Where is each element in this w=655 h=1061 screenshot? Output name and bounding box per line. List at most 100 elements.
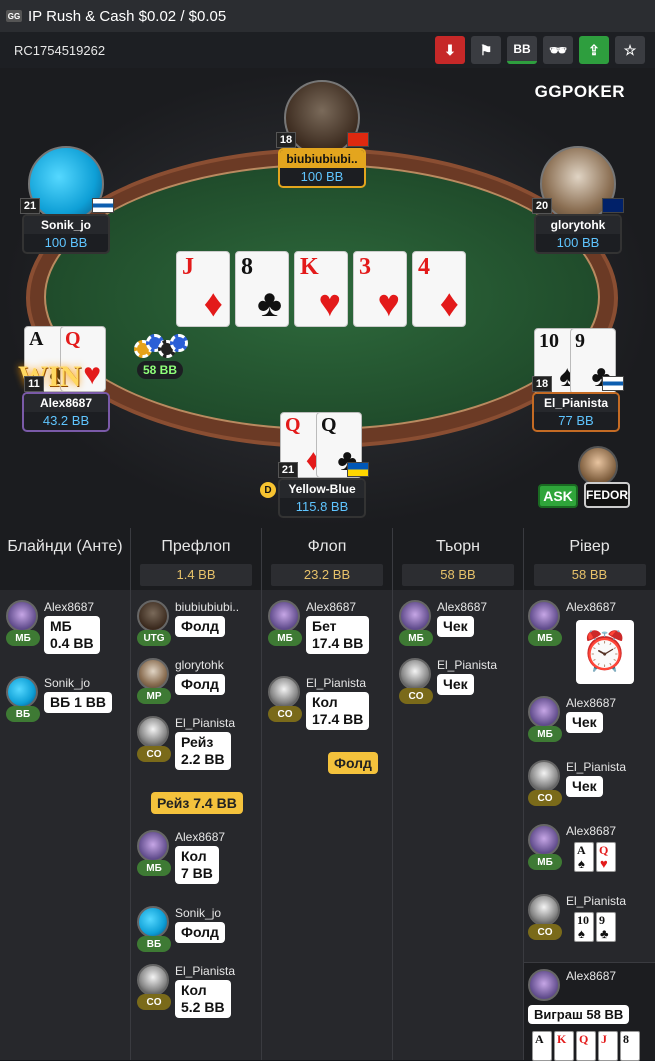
history-column-turn: Тьорн 58 BB МБ Alex8687 Чек CO El_Pianist… [393, 528, 524, 1060]
column-title: Рівер [569, 538, 610, 555]
ggpoker-logo: GGPOKER [534, 82, 625, 101]
avatar [137, 600, 169, 632]
history-column-preflop: Префлоп 1.4 BB UTG biubiubiubi.. Фолд MP … [131, 528, 262, 1060]
seat-right-mid-nameplate[interactable]: El_Pianista 77 BB [532, 392, 620, 432]
player-name: Alex8687 [566, 824, 617, 838]
ask-button[interactable]: ASK [538, 484, 578, 508]
board-card: K ♥ [294, 251, 348, 327]
level-badge: 21 [278, 462, 298, 478]
column-title: Префлоп [161, 538, 231, 555]
player-name: Alex8687 [566, 696, 617, 710]
report-icon[interactable]: ⚑ [471, 36, 501, 64]
action-bubble: ВБ 1 BB [44, 692, 112, 713]
player-name: El_Pianista [566, 894, 627, 908]
hand-id: RC1754519262 [14, 42, 106, 58]
pot-chips-icon [132, 330, 188, 362]
ukraine-flag-icon [347, 462, 369, 477]
player-name: biubiubiubi.. [175, 600, 240, 614]
position-badge: CO [528, 924, 562, 940]
winner-box: Alex8687 Виграш 58 BB A K Q J 8 [524, 962, 655, 1061]
star-icon[interactable]: ☆ [615, 36, 645, 64]
fedor-avatar [578, 446, 618, 486]
seat-right-top-nameplate[interactable]: glorytohk 100 BB [534, 214, 622, 254]
player-name: Alex8687 [306, 600, 357, 614]
history-column-flop: Флоп 23.2 BB МБ Alex8687 Бет 17.4 BB CO E… [262, 528, 393, 1060]
share-icon[interactable]: ⇪ [579, 36, 609, 64]
column-pot: 58 BB [402, 564, 514, 586]
player-name: Alex8687 [566, 969, 617, 983]
seat-bottom-nameplate[interactable]: Yellow-Blue 115.8 BB [278, 478, 366, 518]
player-name: Sonik_jo [175, 906, 222, 920]
action-bubble: Бет 17.4 BB [306, 616, 370, 654]
board-card: 8 ♣ [235, 251, 289, 327]
action-bubble: Кол 7 BB [175, 846, 219, 884]
column-title: Блайнди (Анте) [7, 538, 123, 555]
dealer-button-icon: D [260, 482, 276, 498]
avatar [399, 658, 431, 690]
player-name: El_Pianista [175, 716, 236, 730]
avatar [137, 658, 169, 690]
fedor-button[interactable]: FEDOR [584, 482, 630, 508]
position-badge: МБ [528, 630, 562, 646]
level-badge: 18 [532, 376, 552, 392]
position-badge: МБ [137, 860, 171, 876]
shown-card: 10 ♠ [574, 912, 594, 942]
pot-amount: 58 BB [137, 361, 183, 379]
action-bubble: Фолд [175, 616, 225, 637]
action-bubble: Кол 17.4 BB [306, 692, 370, 730]
column-pot: 58 BB [533, 564, 646, 586]
position-badge: ВБ [6, 706, 40, 722]
action-bubble: Фолд [175, 922, 225, 943]
position-badge: CO [268, 706, 302, 722]
seat-left-mid-nameplate[interactable]: Alex8687 43.2 BB [22, 392, 110, 432]
position-badge: МБ [528, 854, 562, 870]
bb-toggle-button[interactable]: BB [507, 36, 537, 64]
position-badge: МБ [6, 630, 40, 646]
winning-card: 8 [620, 1031, 640, 1061]
position-badge: МБ [268, 630, 302, 646]
download-icon[interactable]: ⬇ [435, 36, 465, 64]
player-name: Alex8687 [566, 600, 617, 614]
column-pot: 23.2 BB [271, 564, 383, 586]
position-badge: МБ [399, 630, 433, 646]
board-card: 3 ♥ [353, 251, 407, 327]
avatar [528, 696, 560, 728]
player-name: Alex8687 [437, 600, 488, 614]
player-name: El_Pianista [437, 658, 498, 672]
action-bubble: Кол 5.2 BB [175, 980, 231, 1018]
avatar [6, 676, 38, 708]
position-badge: MP [137, 688, 171, 704]
position-badge: CO [137, 994, 171, 1010]
board-card: J ♦ [176, 251, 230, 327]
level-badge: 18 [276, 132, 296, 148]
avatar [528, 760, 560, 792]
shown-card: A ♠ [574, 842, 594, 872]
history-column-blinds: Блайнди (Анте) МБ Alex8687 МБ 0.4 BB ВБ … [0, 528, 131, 1060]
avatar [268, 600, 300, 632]
action-bubble: Чек [566, 712, 603, 733]
winning-card: Q [576, 1031, 596, 1061]
seat-top-nameplate[interactable]: biubiubiubi.. 100 BB [278, 148, 366, 188]
gg-app-icon: GG [6, 10, 22, 22]
column-title: Флоп [307, 538, 347, 555]
action-bubble: Чек [437, 674, 474, 695]
column-title: Тьорн [435, 538, 481, 555]
avatar [6, 600, 38, 632]
community-cards: J ♦ 8 ♣ K ♥ 3 ♥ 4 ♦ [176, 251, 466, 327]
player-name: El_Pianista [175, 964, 236, 978]
shown-card: Q ♥ [596, 842, 616, 872]
player-name: Alex8687 [175, 830, 226, 844]
china-flag-icon [347, 132, 369, 147]
history-column-river: Рівер 58 BB МБ Alex8687 ⏰ МБ Alex8687 Чек… [524, 528, 655, 1061]
title-bar: GG IP Rush & Cash $0.02 / $0.05 [0, 0, 655, 32]
flag-icon [602, 376, 624, 391]
seat-left-top-nameplate[interactable]: Sonik_jo 100 BB [22, 214, 110, 254]
avatar [528, 824, 560, 856]
action-bubble: Рейз 2.2 BB [175, 732, 231, 770]
shown-card: 9 ♣ [596, 912, 616, 942]
position-badge: UTG [137, 630, 171, 646]
avatar [137, 830, 169, 862]
avatar [528, 969, 560, 1001]
incognito-icon[interactable]: 🕶 [543, 36, 573, 64]
position-badge: МБ [528, 726, 562, 742]
